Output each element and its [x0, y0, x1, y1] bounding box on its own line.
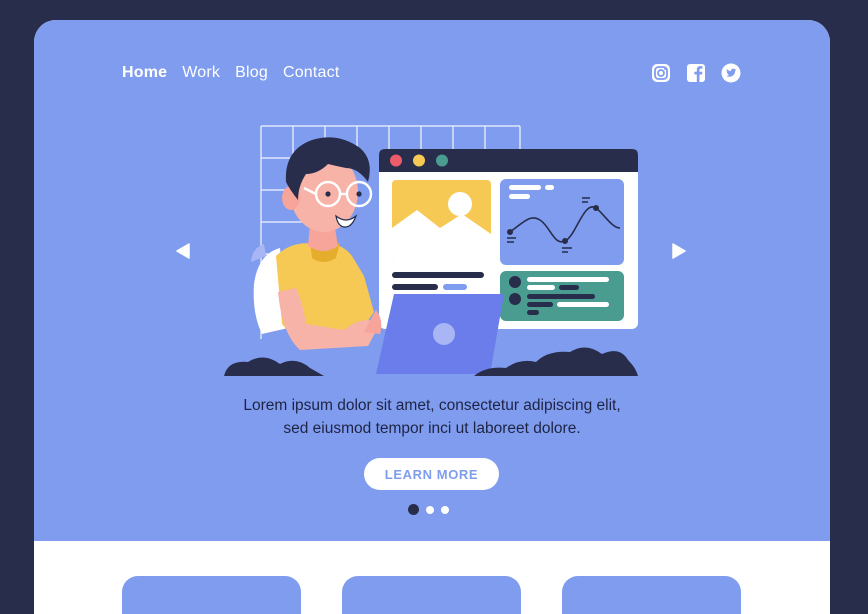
image-placeholder — [392, 180, 491, 262]
window-minimize-dot — [413, 154, 425, 167]
feature-card-3[interactable] — [562, 576, 741, 614]
hero-section: Home Work Blog Contact Lorem ipsum dolor… — [34, 20, 830, 541]
nav-blog[interactable]: Blog — [235, 64, 268, 82]
feature-card-2[interactable] — [342, 576, 521, 614]
character — [251, 137, 382, 350]
carousel-dot-3[interactable] — [441, 505, 449, 514]
carousel-prev-button[interactable] — [174, 242, 192, 260]
nav-work[interactable]: Work — [182, 64, 220, 82]
instagram-icon[interactable] — [650, 62, 671, 83]
feature-card-1[interactable] — [122, 576, 301, 614]
facebook-icon[interactable] — [685, 62, 706, 83]
landing-page-frame: Home Work Blog Contact Lorem ipsum dolor… — [34, 20, 830, 614]
main-nav: Home Work Blog Contact — [122, 64, 354, 82]
tagline-line-1: Lorem ipsum dolor sit amet, consectetur … — [243, 397, 621, 414]
triangle-right-icon — [672, 243, 686, 259]
nav-contact[interactable]: Contact — [283, 64, 340, 82]
hero-tagline: Lorem ipsum dolor sit amet, consectetur … — [34, 394, 830, 440]
twitter-icon[interactable] — [720, 62, 741, 83]
carousel-dot-1[interactable] — [408, 504, 419, 515]
carousel-dots — [408, 504, 449, 515]
chart-panel — [500, 179, 624, 265]
hero-illustration — [224, 125, 638, 376]
laptop — [376, 294, 504, 374]
window-close-dot — [390, 154, 402, 167]
window-maximize-dot — [436, 154, 448, 167]
triangle-left-icon — [176, 243, 190, 259]
list-panel — [500, 271, 624, 321]
carousel-next-button[interactable] — [670, 242, 688, 260]
tagline-line-2: sed eiusmod tempor inci ut laboreet dolo… — [283, 420, 581, 437]
social-links — [650, 62, 741, 83]
learn-more-button[interactable]: LEARN MORE — [364, 458, 499, 490]
nav-home[interactable]: Home — [122, 64, 167, 82]
carousel-dot-2[interactable] — [426, 505, 434, 514]
